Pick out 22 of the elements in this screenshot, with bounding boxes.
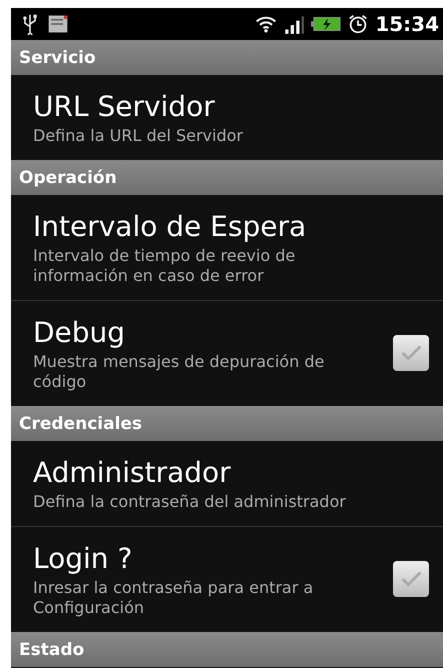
checkbox[interactable] [393, 561, 429, 597]
preference-title: Administrador [33, 455, 232, 491]
preference-summary: Defina la URL del Servidor [33, 126, 244, 146]
category-header: Credenciales [11, 406, 443, 441]
preference-summary: Intervalo de tiempo de reevio de información en caso de error [33, 246, 296, 286]
preference-title: URL Servidor [33, 89, 216, 125]
preference-summary: Inresar la contraseña para entrar a Configuración [33, 578, 314, 618]
preference-title: Login ? [33, 541, 134, 577]
preference-summary: Muestra mensajes de depuración de código [33, 352, 326, 392]
category-header: Servicio [11, 40, 443, 75]
preference-summary: Defina la contraseña del administrador [33, 492, 347, 512]
clock-time: 15:34 [375, 12, 439, 36]
checkbox[interactable] [393, 335, 429, 371]
category-header: Operación [11, 160, 443, 195]
preference-item[interactable]: URL Servidor Defina la URL del Servidor [11, 75, 443, 160]
preference-item[interactable]: Administrador Defina la contraseña del administrador [11, 441, 443, 526]
preference-title: Intervalo de Espera [33, 209, 308, 245]
preference-title: Debug [33, 315, 126, 351]
preference-item[interactable]: Intervalo de Espera Intervalo de tiempo de reevio de información en caso de error [11, 195, 443, 300]
alarm-clock-icon [347, 13, 370, 35]
category-header: Estado [11, 632, 443, 667]
notification-icon [47, 13, 69, 35]
